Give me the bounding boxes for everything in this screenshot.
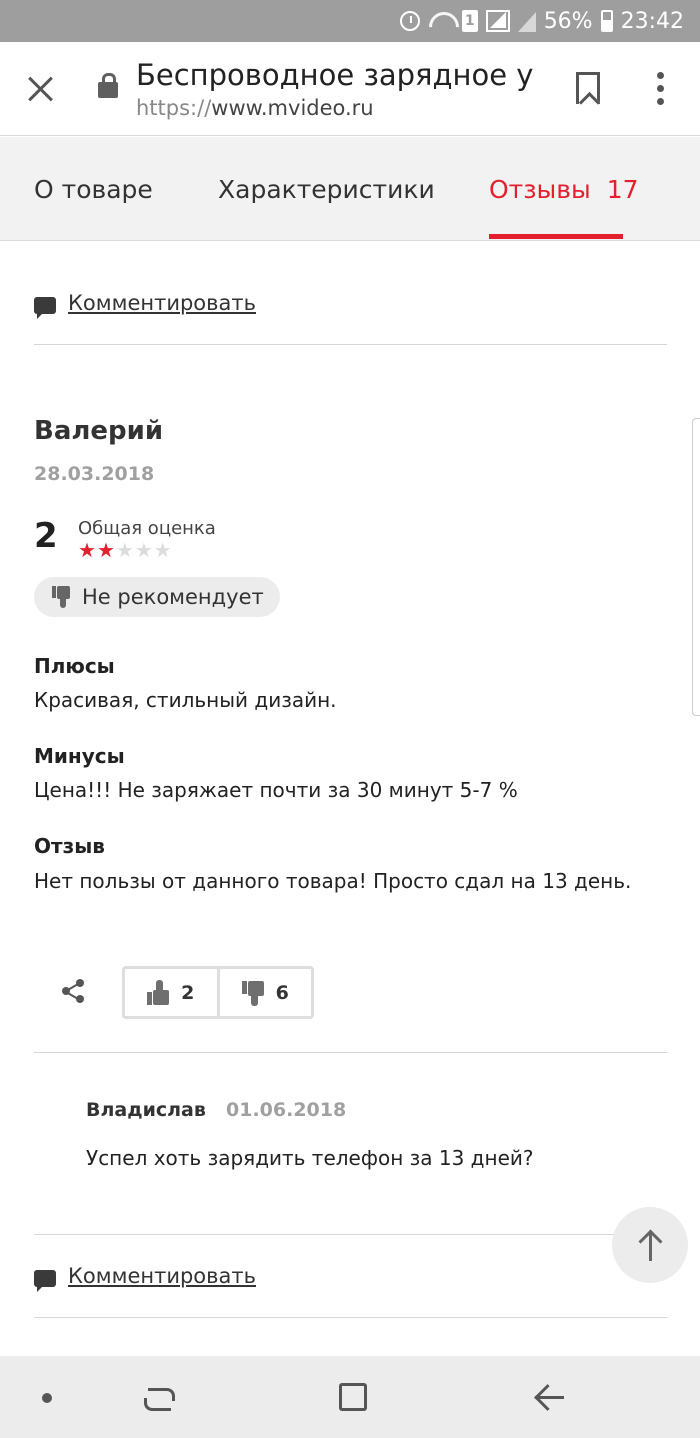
star-filled-icon: ★ bbox=[78, 538, 97, 562]
home-icon[interactable] bbox=[339, 1383, 367, 1411]
signal-icon bbox=[485, 10, 510, 32]
system-nav-bar bbox=[0, 1356, 700, 1438]
lock-icon bbox=[98, 73, 118, 98]
product-tabs: О товаре Характеристики Отзывы 17 bbox=[0, 137, 700, 241]
cons-title: Минусы bbox=[34, 744, 125, 768]
bookmark-icon[interactable] bbox=[576, 72, 600, 104]
tab-about[interactable]: О товаре bbox=[34, 175, 153, 204]
signal-secondary-icon bbox=[517, 10, 536, 32]
review-text: Нет пользы от данного товара! Просто сда… bbox=[34, 869, 632, 893]
share-icon[interactable] bbox=[62, 979, 84, 1003]
cons-text: Цена!!! Не заряжает почти за 30 минут 5-… bbox=[34, 778, 518, 802]
sim-indicator: 1 bbox=[461, 10, 478, 32]
divider bbox=[34, 344, 667, 345]
status-bar: 1 56% 23:42 bbox=[0, 0, 700, 42]
rating-label: Общая оценка bbox=[78, 518, 216, 539]
like-button[interactable]: 2 bbox=[125, 969, 217, 1016]
star-empty-icon: ★ bbox=[115, 538, 135, 562]
rating-value: 2 bbox=[34, 516, 58, 556]
comment-link-top[interactable]: Комментировать bbox=[34, 291, 257, 319]
page-title[interactable]: Беспроводное зарядное у... bbox=[136, 58, 536, 92]
close-icon[interactable] bbox=[26, 74, 56, 104]
tab-specs[interactable]: Характеристики bbox=[218, 175, 435, 204]
thumb-down-icon bbox=[52, 586, 70, 608]
thumb-down-icon bbox=[241, 980, 264, 1006]
wifi-icon bbox=[428, 10, 454, 32]
recent-apps-icon[interactable] bbox=[144, 1384, 175, 1412]
tab-reviews[interactable]: Отзывы 17 bbox=[489, 175, 639, 204]
star-empty-icon: ★ bbox=[134, 538, 154, 562]
comment-link-label: Комментировать bbox=[68, 1264, 257, 1288]
divider bbox=[34, 1052, 667, 1053]
reply-text: Успел хоть зарядить телефон за 13 дней? bbox=[86, 1146, 534, 1170]
thumb-up-icon bbox=[147, 979, 170, 1006]
url-host: www.mvideo.ru bbox=[211, 96, 374, 120]
reply-date: 01.06.2018 bbox=[226, 1099, 347, 1121]
alarm-icon bbox=[399, 11, 420, 31]
url-scheme: https:// bbox=[136, 96, 212, 120]
tab-reviews-label: Отзывы bbox=[489, 175, 591, 204]
scrollbar[interactable] bbox=[692, 418, 700, 716]
active-tab-indicator bbox=[489, 234, 623, 239]
comment-icon bbox=[34, 296, 56, 319]
divider bbox=[34, 1234, 667, 1235]
comment-link-label: Комментировать bbox=[68, 291, 257, 315]
recommendation-badge: Не рекомендует bbox=[34, 577, 280, 617]
status-icons: 1 56% 23:42 bbox=[399, 0, 684, 42]
recommendation-text: Не рекомендует bbox=[82, 585, 264, 609]
battery-icon bbox=[600, 10, 613, 32]
dislike-button[interactable]: 6 bbox=[216, 969, 312, 1016]
browser-toolbar: Беспроводное зарядное у... https://www.m… bbox=[0, 42, 700, 136]
clock: 23:42 bbox=[620, 8, 684, 34]
comment-link-bottom[interactable]: Комментировать bbox=[34, 1264, 257, 1292]
like-count: 2 bbox=[181, 981, 195, 1004]
review-date: 28.03.2018 bbox=[34, 463, 155, 485]
url-display[interactable]: https://www.mvideo.ru bbox=[136, 96, 374, 120]
divider bbox=[34, 1317, 667, 1318]
scroll-to-top-button[interactable] bbox=[612, 1207, 688, 1283]
vote-box: 2 6 bbox=[122, 966, 314, 1019]
more-menu-icon[interactable] bbox=[656, 72, 664, 106]
dislike-count: 6 bbox=[275, 981, 289, 1004]
rating-stars: ★★★★★ bbox=[78, 538, 173, 562]
star-filled-icon: ★ bbox=[96, 538, 116, 562]
pros-text: Красивая, стильный дизайн. bbox=[34, 688, 337, 712]
pros-title: Плюсы bbox=[34, 654, 115, 678]
star-empty-icon: ★ bbox=[153, 538, 173, 562]
nav-dot-icon[interactable] bbox=[42, 1393, 52, 1403]
battery-percent: 56% bbox=[543, 8, 593, 34]
tab-reviews-count: 17 bbox=[606, 175, 639, 204]
comment-icon bbox=[34, 1269, 56, 1292]
review-title: Отзыв bbox=[34, 834, 105, 858]
reply-author: Владислав bbox=[86, 1099, 206, 1121]
back-icon[interactable] bbox=[532, 1382, 564, 1414]
review-author: Валерий bbox=[34, 416, 164, 446]
